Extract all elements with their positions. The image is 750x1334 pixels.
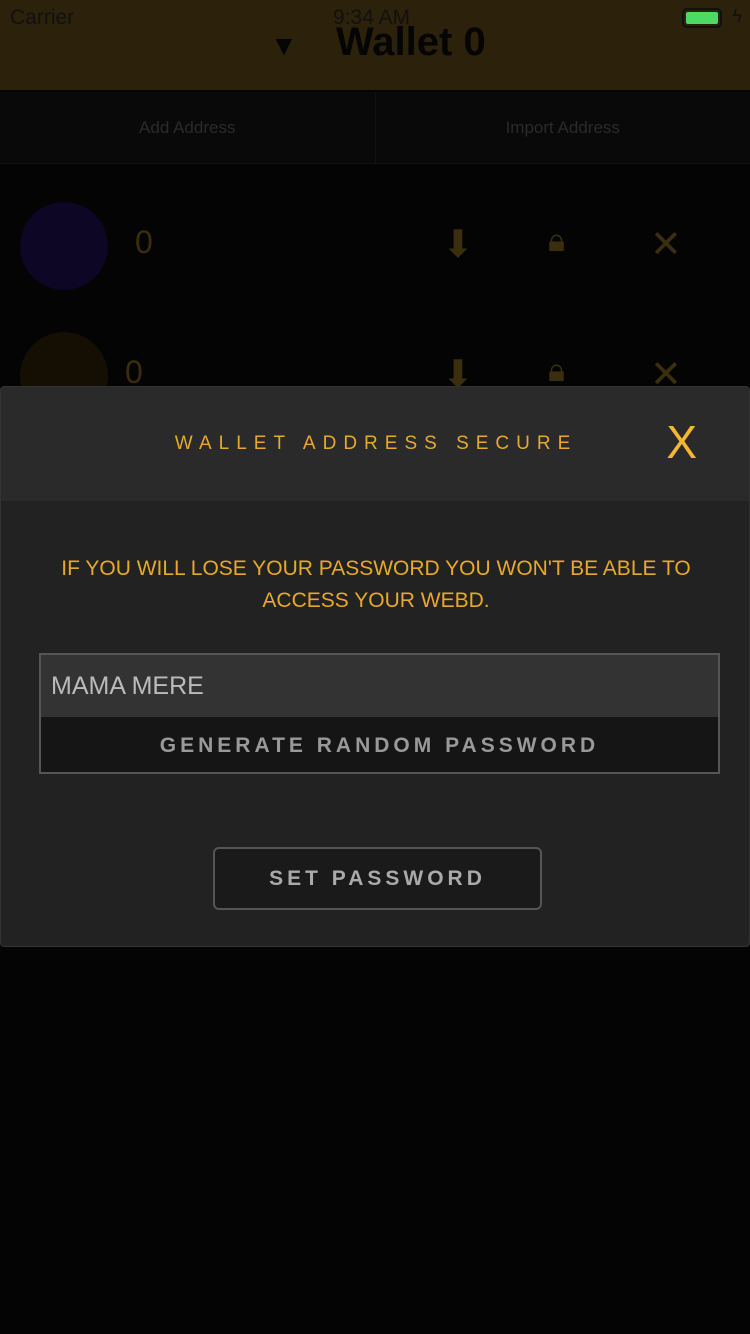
carrier: Carrier [10,6,75,29]
address-row[interactable]: 0 ⬇ 🔒︎ ✕ [0,192,750,292]
password-box: GENERATE RANDOM PASSWORD [39,653,720,774]
avatar [20,202,108,290]
set-password-button[interactable]: SET PASSWORD [213,847,542,910]
delete-icon[interactable]: ✕ [650,222,682,267]
address-balance: 0 [135,224,153,260]
add-address-button[interactable]: Add Address [0,92,375,163]
warning-text: IF YOU WILL LOSE YOUR PASSWORD YOU WON'T… [61,557,691,612]
wallet-balance: 0 [463,20,486,64]
download-icon[interactable]: ⬇ [442,222,474,267]
charging-icon: ϟ [732,6,742,26]
modal-header: WALLET ADDRESS SECURE X [1,387,749,501]
lock-icon[interactable]: 🔒︎ [548,352,565,390]
generate-password-button[interactable]: GENERATE RANDOM PASSWORD [41,717,718,774]
battery-icon [682,8,722,28]
modal-title: WALLET ADDRESS SECURE [174,433,578,454]
close-button[interactable]: X [666,415,697,469]
header: Carrier 9:34 AM ϟ ▼ Wallet 0 [0,0,750,90]
tabs: Add Address Import Address [0,92,750,164]
password-input[interactable] [41,655,718,717]
import-address-button[interactable]: Import Address [374,92,750,163]
chevron-down-icon: ▼ [270,30,298,61]
secure-modal: WALLET ADDRESS SECURE X IF YOU WILL LOSE… [0,386,750,947]
title-text: Wallet [336,20,453,64]
lock-icon[interactable]: 🔒︎ [548,222,565,260]
wallet-title[interactable]: ▼ Wallet 0 [270,20,486,65]
